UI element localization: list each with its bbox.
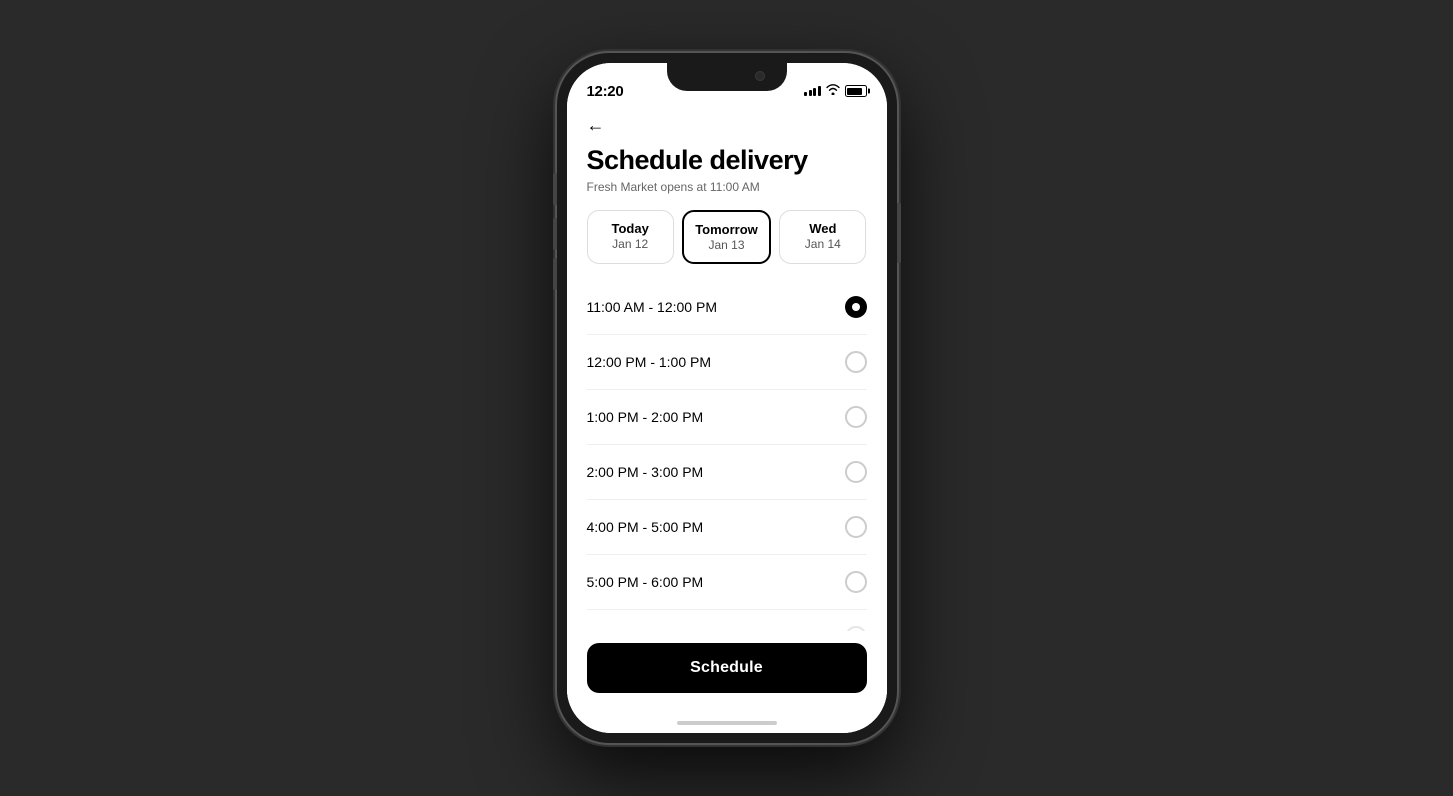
wifi-icon — [826, 84, 840, 98]
schedule-button[interactable]: Schedule — [587, 643, 867, 693]
date-tab-today-day: Today — [612, 221, 649, 236]
date-tab-tomorrow-date: Jan 13 — [708, 238, 744, 252]
time-slot-row[interactable]: 12:00 PM - 1:00 PM — [587, 335, 867, 390]
radio-button[interactable] — [845, 516, 867, 538]
battery-icon — [845, 85, 867, 97]
date-tabs: Today Jan 12 Tomorrow Jan 13 Wed Jan 14 — [567, 206, 887, 280]
time-slot-row[interactable]: 11:00 AM - 12:00 PM — [587, 280, 867, 335]
radio-button[interactable] — [845, 406, 867, 428]
time-slot-label: 11:00 AM - 12:00 PM — [587, 299, 717, 315]
date-tab-today[interactable]: Today Jan 12 — [587, 210, 674, 264]
date-tab-tomorrow[interactable]: Tomorrow Jan 13 — [682, 210, 771, 264]
time-slot-row-partial[interactable]: 6:00 PM - 7:00 PM — [587, 610, 867, 631]
radio-button-selected[interactable] — [845, 296, 867, 318]
schedule-button-bar: Schedule — [567, 631, 887, 713]
time-slot-row[interactable]: 4:00 PM - 5:00 PM — [587, 500, 867, 555]
top-nav: ← — [567, 107, 887, 140]
radio-button[interactable] — [845, 461, 867, 483]
time-slot-label: 6:00 PM - 7:00 PM — [587, 629, 704, 631]
app-content: ← Schedule delivery Fresh Market opens a… — [567, 107, 887, 733]
phone-frame: 12:20 — [557, 53, 897, 743]
time-slot-row[interactable]: 1:00 PM - 2:00 PM — [587, 390, 867, 445]
date-tab-wed-day: Wed — [809, 221, 836, 236]
radio-button[interactable] — [845, 571, 867, 593]
date-tab-wed[interactable]: Wed Jan 14 — [779, 210, 866, 264]
home-indicator — [567, 713, 887, 733]
time-slot-row[interactable]: 2:00 PM - 3:00 PM — [587, 445, 867, 500]
status-bar: 12:20 — [567, 63, 887, 107]
time-slot-label: 2:00 PM - 3:00 PM — [587, 464, 704, 480]
page-title: Schedule delivery — [567, 140, 887, 178]
phone-screen: 12:20 — [567, 63, 887, 733]
notch — [667, 63, 787, 91]
status-time: 12:20 — [587, 83, 624, 100]
time-slots-list: 11:00 AM - 12:00 PM 12:00 PM - 1:00 PM 1… — [567, 280, 887, 631]
time-slot-row[interactable]: 5:00 PM - 6:00 PM — [587, 555, 867, 610]
radio-button[interactable] — [845, 351, 867, 373]
date-tab-tomorrow-day: Tomorrow — [695, 222, 758, 237]
time-slot-label: 12:00 PM - 1:00 PM — [587, 354, 712, 370]
phone-device: 12:20 — [557, 53, 897, 743]
back-button[interactable]: ← — [587, 115, 605, 136]
date-tab-today-date: Jan 12 — [612, 237, 648, 251]
radio-button[interactable] — [845, 626, 867, 631]
subtitle: Fresh Market opens at 11:00 AM — [567, 178, 887, 206]
status-icons — [804, 84, 867, 98]
front-camera — [755, 71, 765, 81]
time-slot-label: 5:00 PM - 6:00 PM — [587, 574, 704, 590]
signal-icon — [804, 86, 821, 96]
time-slot-label: 4:00 PM - 5:00 PM — [587, 519, 704, 535]
date-tab-wed-date: Jan 14 — [805, 237, 841, 251]
time-slot-label: 1:00 PM - 2:00 PM — [587, 409, 704, 425]
home-bar — [677, 721, 777, 725]
